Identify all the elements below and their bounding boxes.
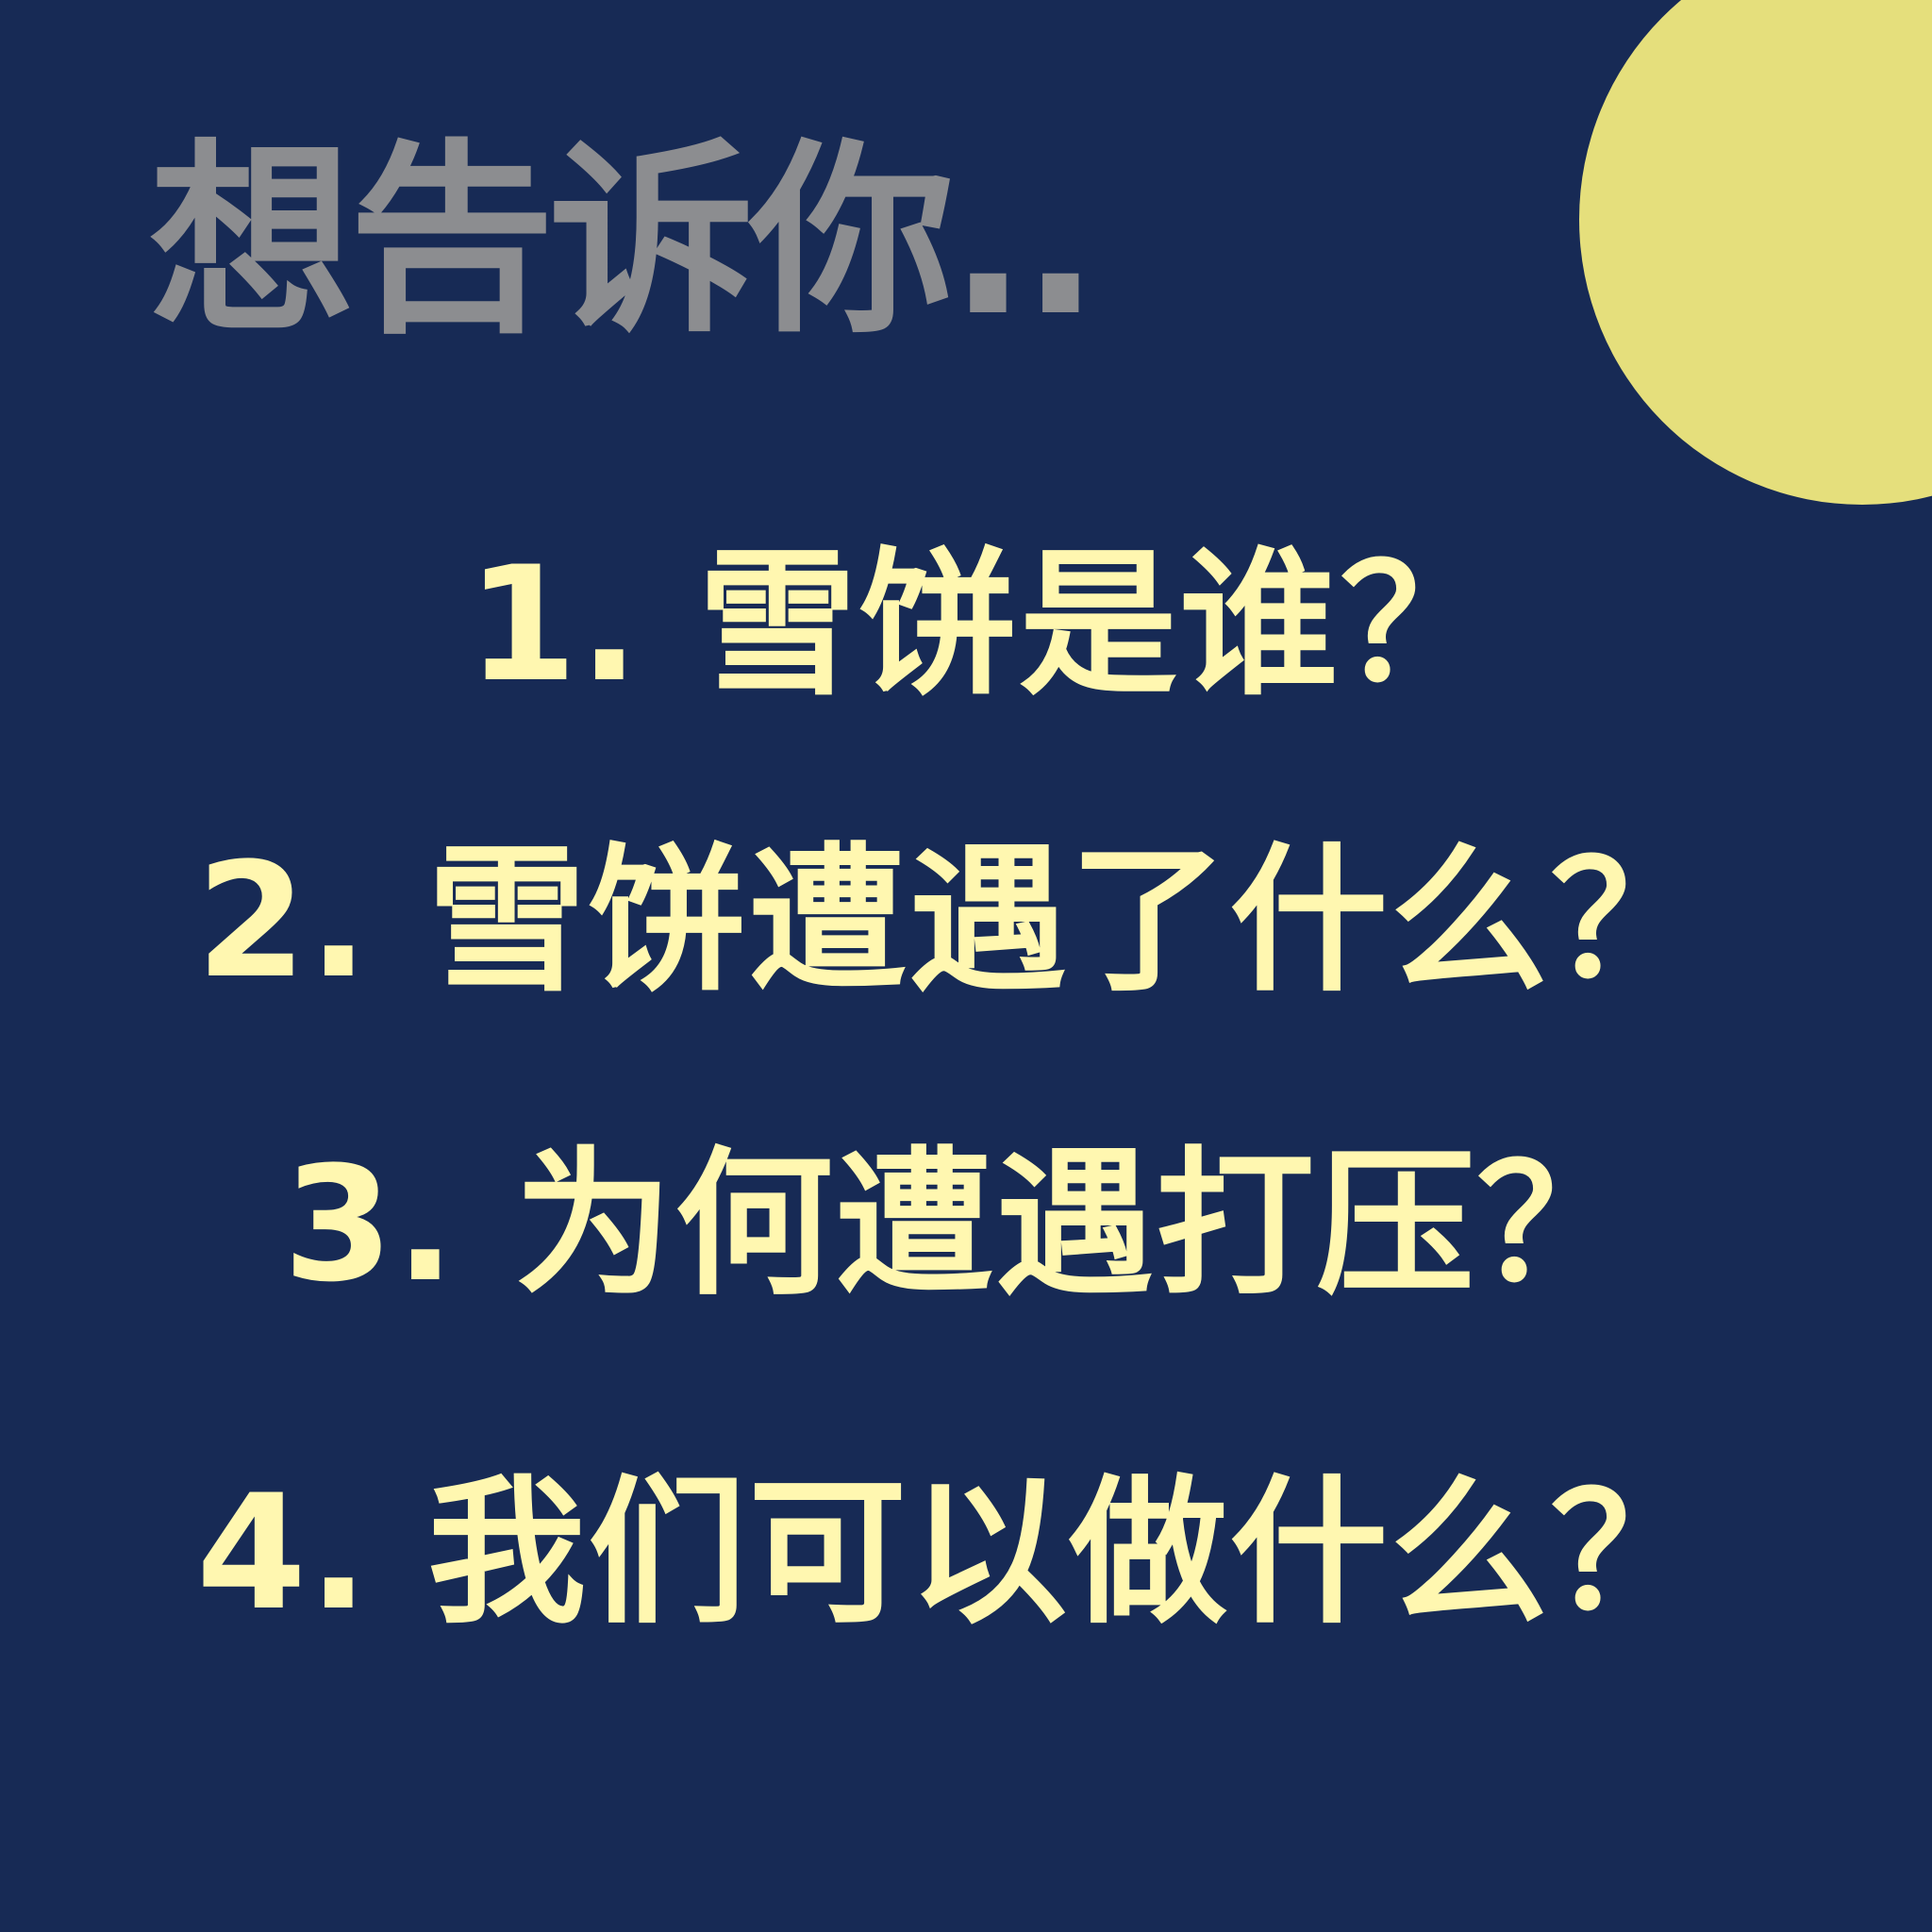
question-4: 4. 我们可以做什么？ bbox=[196, 1460, 1711, 1645]
question-3: 3. 为何遭遇打压？ bbox=[283, 1132, 1638, 1317]
question-2: 2. 雪饼遭遇了什么？ bbox=[196, 828, 1711, 1013]
poster-canvas: 想告诉你.. 1. 雪饼是谁？ 2. 雪饼遭遇了什么？ 3. 为何遭遇打压？ 4… bbox=[0, 0, 1932, 1932]
moon-circle bbox=[1579, 0, 1932, 505]
headline: 想告诉你.. bbox=[149, 123, 1100, 361]
question-1: 1. 雪饼是谁？ bbox=[467, 532, 1501, 717]
